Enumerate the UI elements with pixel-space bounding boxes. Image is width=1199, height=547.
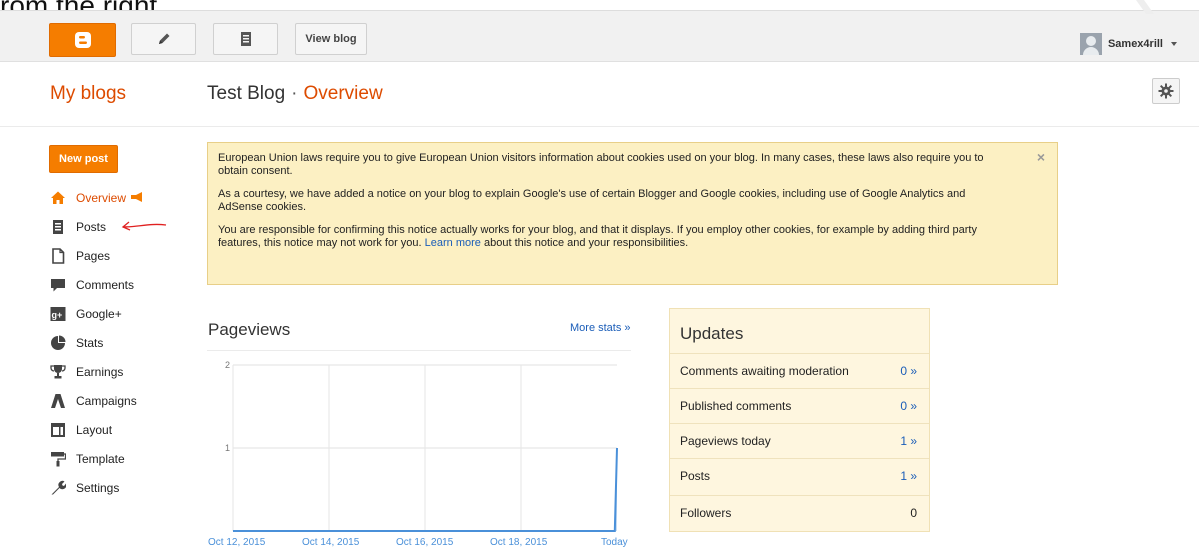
sidebar-item-stats[interactable]: Stats (50, 328, 180, 357)
sidebar-item-earnings[interactable]: Earnings (50, 357, 180, 386)
new-post-pencil-button[interactable] (131, 23, 196, 55)
wrench-icon (50, 480, 66, 496)
gear-icon (1158, 83, 1174, 99)
comments-icon (50, 277, 66, 293)
sidebar-item-overview[interactable]: Overview (50, 183, 180, 212)
view-blog-button[interactable]: View blog (295, 23, 367, 55)
sidebar-nav: Overview Posts Pages Comments g+ Google+ (50, 183, 180, 502)
chart-x-tick-label: Oct 18, 2015 (490, 537, 548, 547)
notice-paragraph-3: You are responsible for confirming this … (218, 224, 1008, 250)
pages-icon (50, 247, 66, 264)
divider (207, 350, 631, 351)
chart-y-tick-label: 1 (225, 443, 230, 453)
caret-down-icon (1171, 42, 1177, 46)
blogger-logo-button[interactable] (49, 23, 116, 57)
title-separator: · (291, 83, 298, 104)
sidebar-item-label: Template (76, 451, 125, 466)
blog-name: Test Blog (207, 83, 286, 104)
sidebar-item-label: Stats (76, 335, 104, 350)
red-arrow-annotation (121, 221, 167, 231)
updates-row-label: Pageviews today (680, 434, 771, 448)
sidebar-item-google-plus[interactable]: g+ Google+ (50, 299, 180, 328)
sidebar-item-label: Google+ (76, 306, 122, 321)
updates-title: Updates (680, 324, 744, 343)
avatar (1079, 33, 1102, 55)
posts-icon (50, 219, 66, 235)
posts-list-button[interactable] (213, 23, 278, 55)
chart-x-tick-label: Oct 14, 2015 (302, 537, 360, 547)
top-toolbar: View blog Samex4rill (0, 10, 1199, 62)
layout-icon (50, 422, 66, 438)
updates-row-value[interactable]: 1 » (900, 469, 917, 483)
settings-gear-button[interactable] (1152, 78, 1180, 104)
username-label: Samex4rill (1107, 38, 1163, 50)
updates-row-label: Comments awaiting moderation (680, 364, 849, 378)
sidebar-item-template[interactable]: Template (50, 444, 180, 473)
megaphone-icon (131, 192, 142, 202)
updates-row-label: Posts (680, 469, 711, 483)
sidebar-item-label: Comments (76, 277, 135, 292)
updates-row-value: 0 (910, 506, 917, 520)
close-icon[interactable]: × (1037, 150, 1045, 164)
section-name: Overview (303, 83, 383, 104)
learn-more-link[interactable]: Learn more (425, 237, 481, 249)
page-header: My blogs Test Blog · Overview (0, 60, 1199, 127)
sidebar-item-comments[interactable]: Comments (50, 270, 180, 299)
sidebar-item-label: Layout (76, 422, 113, 437)
sidebar-item-label: Settings (76, 480, 120, 495)
sidebar-item-label: Pages (76, 248, 111, 263)
sidebar-item-label: Overview (76, 190, 127, 205)
updates-row-moderation[interactable]: Comments awaiting moderation 0 » (670, 353, 929, 388)
google-plus-icon: g+ (50, 306, 66, 322)
new-post-button[interactable]: New post (49, 145, 118, 173)
sidebar-item-pages[interactable]: Pages (50, 241, 180, 270)
home-icon (50, 190, 66, 206)
sidebar-item-posts[interactable]: Posts (50, 212, 180, 241)
updates-row-pageviews-today[interactable]: Pageviews today 1 » (670, 423, 929, 458)
sidebar-item-settings[interactable]: Settings (50, 473, 180, 502)
sidebar-item-layout[interactable]: Layout (50, 415, 180, 444)
chart-x-tick-label: Oct 16, 2015 (396, 537, 454, 547)
sidebar-item-label: Earnings (76, 364, 124, 379)
notice-text: about this notice and your responsibilit… (483, 237, 689, 249)
updates-row-published-comments[interactable]: Published comments 0 » (670, 388, 929, 423)
pencil-icon (158, 33, 169, 44)
notice-paragraph-2: As a courtesy, we have added a notice on… (218, 188, 966, 213)
updates-row-posts[interactable]: Posts 1 » (670, 458, 929, 493)
notice-paragraph-1: European Union laws require you to give … (218, 152, 984, 177)
blogger-logo-icon (74, 32, 91, 48)
updates-row-followers: Followers 0 (670, 495, 929, 530)
sidebar-item-label: Campaigns (76, 393, 137, 408)
more-stats-link[interactable]: More stats » (570, 322, 631, 334)
updates-row-value[interactable]: 0 » (900, 364, 917, 378)
trophy-icon (50, 364, 66, 380)
cookie-notice: × European Union laws require you to giv… (207, 142, 1058, 285)
paint-roller-icon (50, 451, 66, 467)
updates-row-value[interactable]: 1 » (900, 434, 917, 448)
page-title: Test Blog · Overview (207, 83, 383, 105)
stats-icon (50, 335, 66, 351)
pageviews-title: Pageviews (208, 320, 291, 339)
updates-row-label: Followers (680, 506, 732, 520)
sidebar-item-label: Posts (76, 219, 107, 234)
chart-x-tick-label: Oct 12, 2015 (208, 537, 266, 547)
updates-panel: Updates Comments awaiting moderation 0 »… (669, 308, 930, 532)
chart-x-tick-label: Today (601, 537, 628, 547)
updates-row-label: Published comments (680, 399, 792, 413)
chart-y-tick-label: 2 (225, 360, 230, 370)
sidebar-item-campaigns[interactable]: Campaigns (50, 386, 180, 415)
svg-text:g+: g+ (52, 310, 63, 320)
watermark-mark (1136, 0, 1154, 14)
my-blogs-link[interactable]: My blogs (50, 83, 126, 105)
account-menu[interactable]: Samex4rill (1079, 33, 1179, 55)
updates-row-value[interactable]: 0 » (900, 399, 917, 413)
campaigns-icon (50, 393, 66, 409)
pageviews-chart: 2 1 Oct 12, 2015 Oct 14, 2015 Oct 16, 2015 Oc… (208, 360, 628, 547)
posts-list-icon (240, 32, 251, 46)
